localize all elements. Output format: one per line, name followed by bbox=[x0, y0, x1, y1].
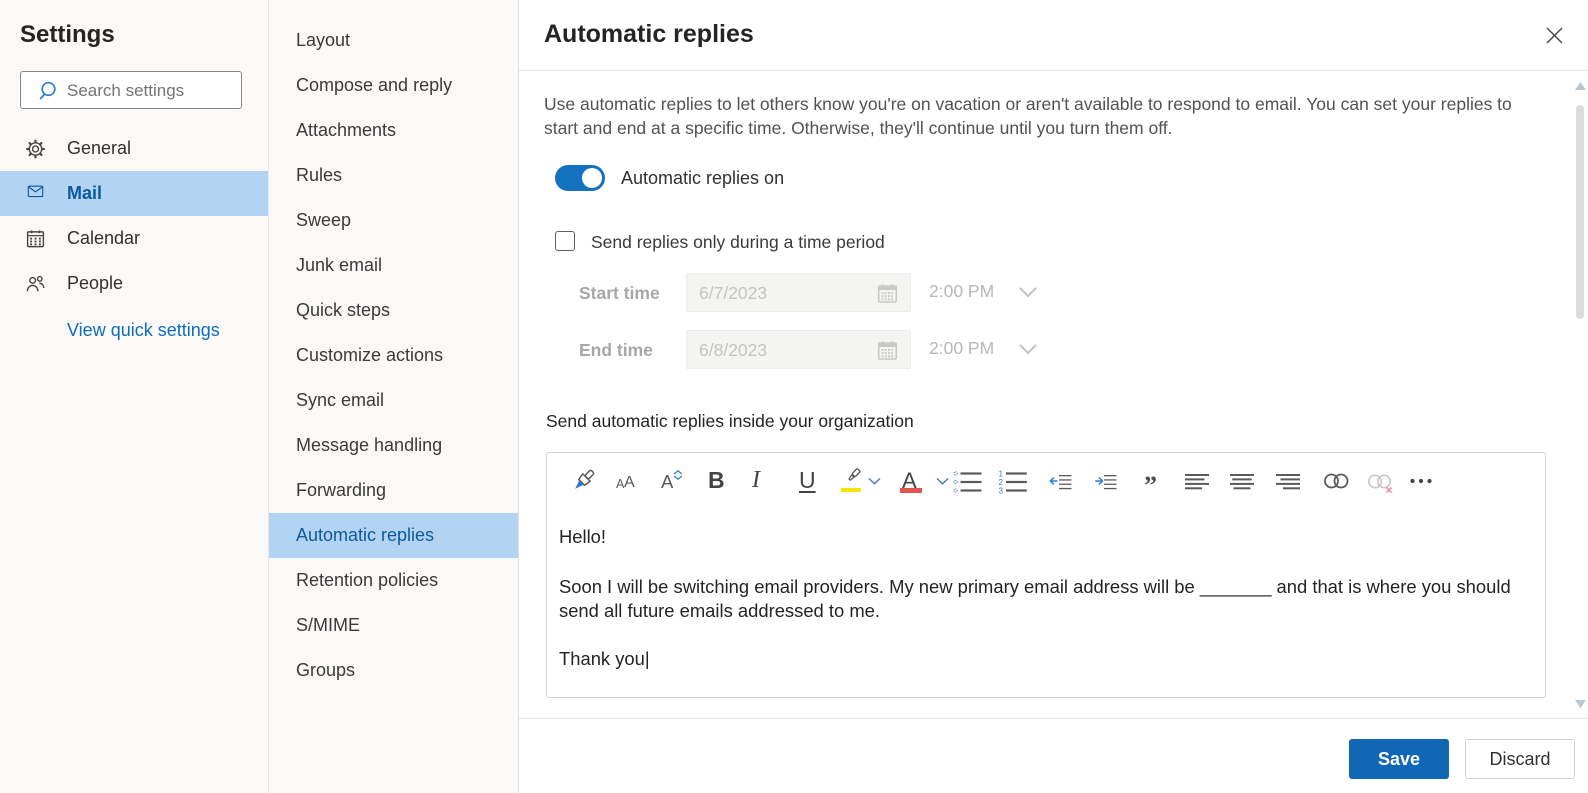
svg-text:3: 3 bbox=[999, 487, 1004, 496]
